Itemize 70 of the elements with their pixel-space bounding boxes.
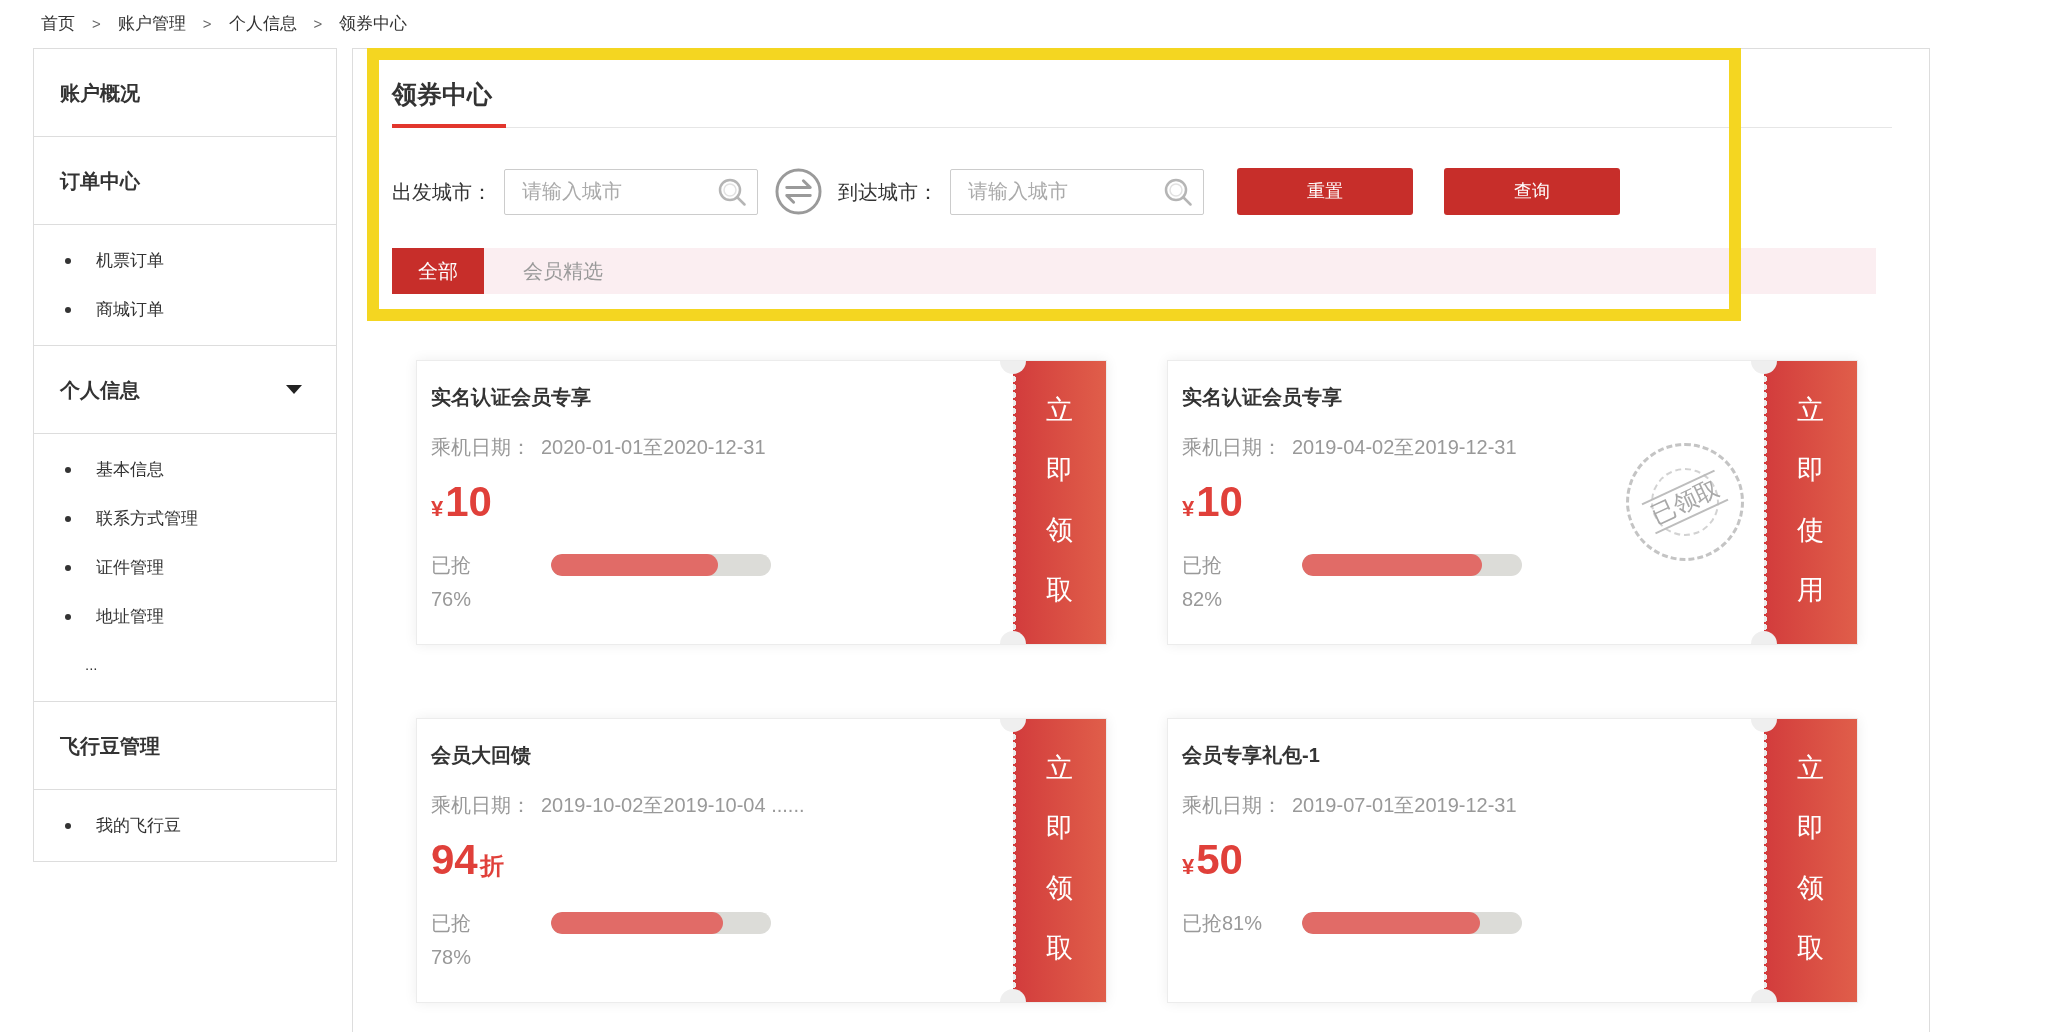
sidebar-heading[interactable]: 账户概况 bbox=[60, 77, 140, 108]
date-label: 乘机日期： bbox=[431, 793, 531, 818]
coupon-title: 实名认证会员专享 bbox=[1182, 385, 1342, 410]
coupon-amount: 10 bbox=[445, 477, 492, 527]
grabbed-label: 已抢 bbox=[1182, 554, 1222, 576]
grabbed-percent: 82% bbox=[1182, 587, 1223, 612]
date-range: 2020-01-01至2020-12-31 bbox=[541, 435, 766, 460]
coupon-action-button[interactable]: 立即领取 bbox=[1764, 719, 1857, 1002]
search-icon[interactable] bbox=[718, 177, 746, 206]
bullet-icon bbox=[65, 613, 71, 620]
more-indicator: ... bbox=[85, 655, 98, 676]
coupon-title: 实名认证会员专享 bbox=[431, 385, 591, 410]
amount-unit: 折 bbox=[479, 851, 504, 881]
coupon-amount: 94 bbox=[431, 835, 478, 885]
breadcrumb-separator: > bbox=[92, 13, 101, 34]
search-icon[interactable] bbox=[1164, 177, 1192, 206]
sidebar-link[interactable]: 机票订单 bbox=[96, 247, 164, 274]
date-range: 2019-07-01至2019-12-31 bbox=[1292, 793, 1517, 818]
sidebar-heading[interactable]: 订单中心 bbox=[60, 165, 140, 196]
bullet-icon bbox=[65, 257, 71, 264]
city-input-field[interactable]: 请输入城市 bbox=[504, 168, 758, 215]
breadcrumb-separator: > bbox=[313, 13, 323, 34]
breadcrumb-link[interactable]: 个人信息 bbox=[228, 11, 297, 37]
bullet-icon bbox=[65, 466, 71, 473]
page-title: 领券中心 bbox=[392, 79, 506, 128]
currency-symbol: ¥ bbox=[1182, 853, 1195, 881]
breadcrumb-link[interactable]: 首页 bbox=[41, 11, 75, 37]
claimed-stamp: 已领取 bbox=[1626, 443, 1744, 561]
field-label: 到达城市： bbox=[838, 179, 938, 205]
date-range: 2019-10-02至2019-10-04 ...... bbox=[541, 793, 805, 818]
coupon-title: 会员专享礼包-1 bbox=[1182, 743, 1320, 768]
grabbed-label: 已抢81% bbox=[1182, 912, 1263, 934]
sidebar-link[interactable]: 商城订单 bbox=[96, 296, 164, 323]
bullet-icon bbox=[65, 822, 71, 829]
filter-tab[interactable]: 全部 bbox=[392, 248, 484, 294]
sidebar-heading[interactable]: 飞行豆管理 bbox=[60, 730, 160, 761]
bullet-icon bbox=[65, 564, 71, 571]
breadcrumb-separator: > bbox=[202, 13, 212, 34]
bullet-icon bbox=[65, 515, 71, 522]
coupon-title: 会员大回馈 bbox=[431, 743, 531, 768]
breadcrumb-current: 领券中心 bbox=[339, 13, 408, 36]
currency-symbol: ¥ bbox=[431, 495, 444, 523]
date-label: 乘机日期： bbox=[431, 435, 531, 460]
sidebar-link[interactable]: 我的飞行豆 bbox=[96, 812, 181, 839]
date-label: 乘机日期： bbox=[1182, 793, 1282, 818]
grabbed-percent: 78% bbox=[431, 945, 472, 970]
date-label: 乘机日期： bbox=[1182, 435, 1282, 460]
reset-button[interactable]: 重置 bbox=[1237, 168, 1413, 215]
field-label: 出发城市： bbox=[392, 179, 492, 205]
coupon-action-button[interactable]: 立即领取 bbox=[1013, 361, 1106, 644]
coupon-amount: 50 bbox=[1196, 835, 1243, 885]
grabbed-label: 已抢 bbox=[431, 554, 471, 576]
breadcrumb-link[interactable]: 账户管理 bbox=[117, 11, 186, 37]
grabbed-percent: 76% bbox=[431, 587, 472, 612]
caret-down-icon[interactable] bbox=[286, 385, 302, 394]
bullet-icon bbox=[65, 306, 71, 313]
grabbed-label: 已抢 bbox=[431, 912, 471, 934]
sidebar-heading[interactable]: 个人信息 bbox=[60, 374, 140, 405]
search-button[interactable]: 查询 bbox=[1444, 168, 1620, 215]
date-range: 2019-04-02至2019-12-31 bbox=[1292, 435, 1517, 460]
sidebar-link[interactable]: 地址管理 bbox=[96, 603, 164, 630]
sidebar-link[interactable]: 基本信息 bbox=[96, 456, 164, 483]
swap-icon[interactable] bbox=[775, 168, 822, 215]
currency-symbol: ¥ bbox=[1182, 495, 1195, 523]
city-input-field[interactable]: 请输入城市 bbox=[950, 168, 1204, 215]
sidebar-link[interactable]: 联系方式管理 bbox=[96, 505, 198, 532]
coupon-amount: 10 bbox=[1196, 477, 1243, 527]
coupon-action-button[interactable]: 立即领取 bbox=[1013, 719, 1106, 1002]
coupon-action-button[interactable]: 立即使用 bbox=[1764, 361, 1857, 644]
sidebar-link[interactable]: 证件管理 bbox=[96, 554, 164, 581]
